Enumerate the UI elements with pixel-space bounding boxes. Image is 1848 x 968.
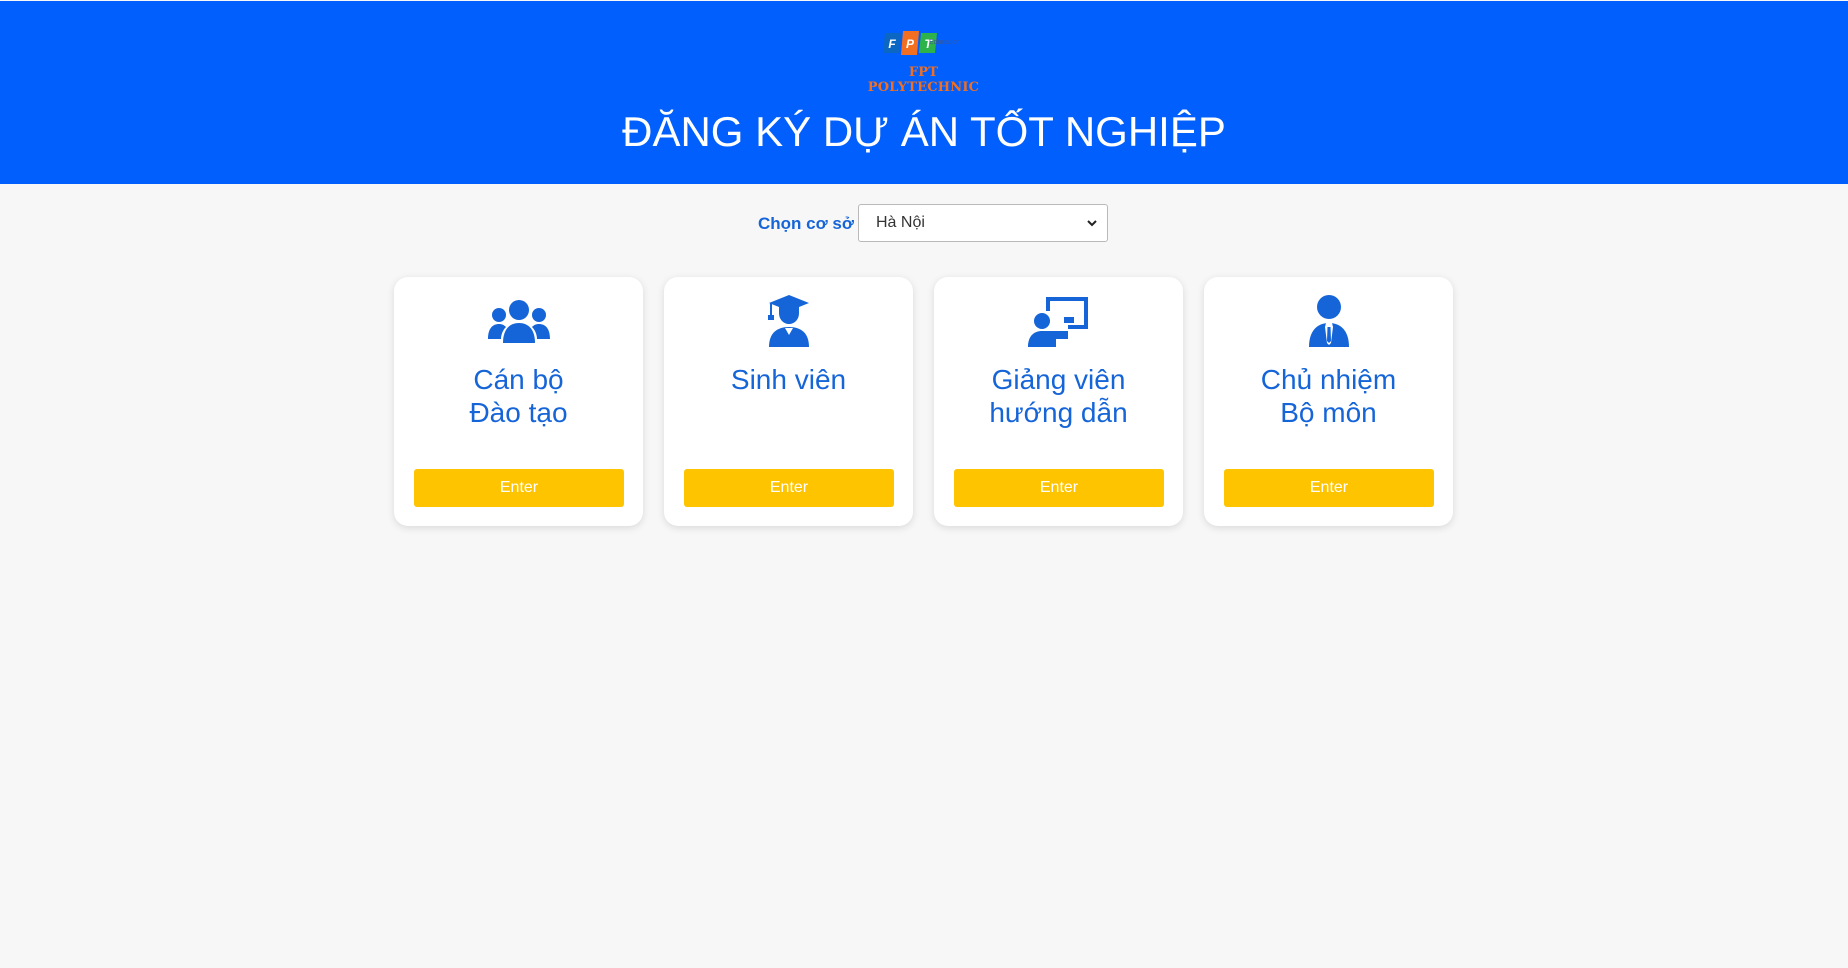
- chevron-down-icon: [1087, 220, 1097, 227]
- campus-label: Chọn cơ sở: [758, 214, 854, 233]
- graduate-student-icon: [768, 295, 809, 347]
- card-title: Cán bộ Đào tạo: [469, 364, 568, 428]
- card-chu-nhiem-bo-mon: Chủ nhiệm Bộ môn Enter: [1204, 277, 1453, 526]
- header-banner: F P T Education FPT POLYTECHNIC ĐĂNG KÝ …: [0, 1, 1848, 184]
- enter-button[interactable]: Enter: [1224, 469, 1434, 507]
- users-group-icon: [488, 300, 550, 343]
- teacher-board-icon: [1028, 297, 1088, 347]
- card-sinh-vien: Sinh viên Enter: [664, 277, 913, 526]
- fpt-polytechnic-logo: F P T Education FPT POLYTECHNIC: [851, 27, 996, 95]
- enter-button[interactable]: Enter: [954, 469, 1164, 507]
- card-giang-vien-huong-dan: Giảng viên hướng dẫn Enter: [934, 277, 1183, 526]
- campus-select[interactable]: Hà Nội: [858, 204, 1108, 242]
- enter-button[interactable]: Enter: [414, 469, 624, 507]
- logo-text: FPT POLYTECHNIC: [867, 65, 980, 95]
- user-tie-icon: [1309, 295, 1349, 347]
- svg-text:P: P: [906, 37, 915, 51]
- enter-button[interactable]: Enter: [684, 469, 894, 507]
- card-title: Chủ nhiệm Bộ môn: [1260, 364, 1397, 428]
- campus-select-value: Hà Nội: [876, 214, 925, 231]
- card-title: Giảng viên hướng dẫn: [989, 364, 1128, 428]
- card-can-bo-dao-tao: Cán bộ Đào tạo Enter: [394, 277, 643, 526]
- page-title: ĐĂNG KÝ DỰ ÁN TỐT NGHIỆP: [622, 108, 1226, 155]
- logo-subtext: Education: [929, 39, 961, 46]
- card-title: Sinh viên: [730, 364, 847, 395]
- svg-text:F: F: [888, 37, 896, 51]
